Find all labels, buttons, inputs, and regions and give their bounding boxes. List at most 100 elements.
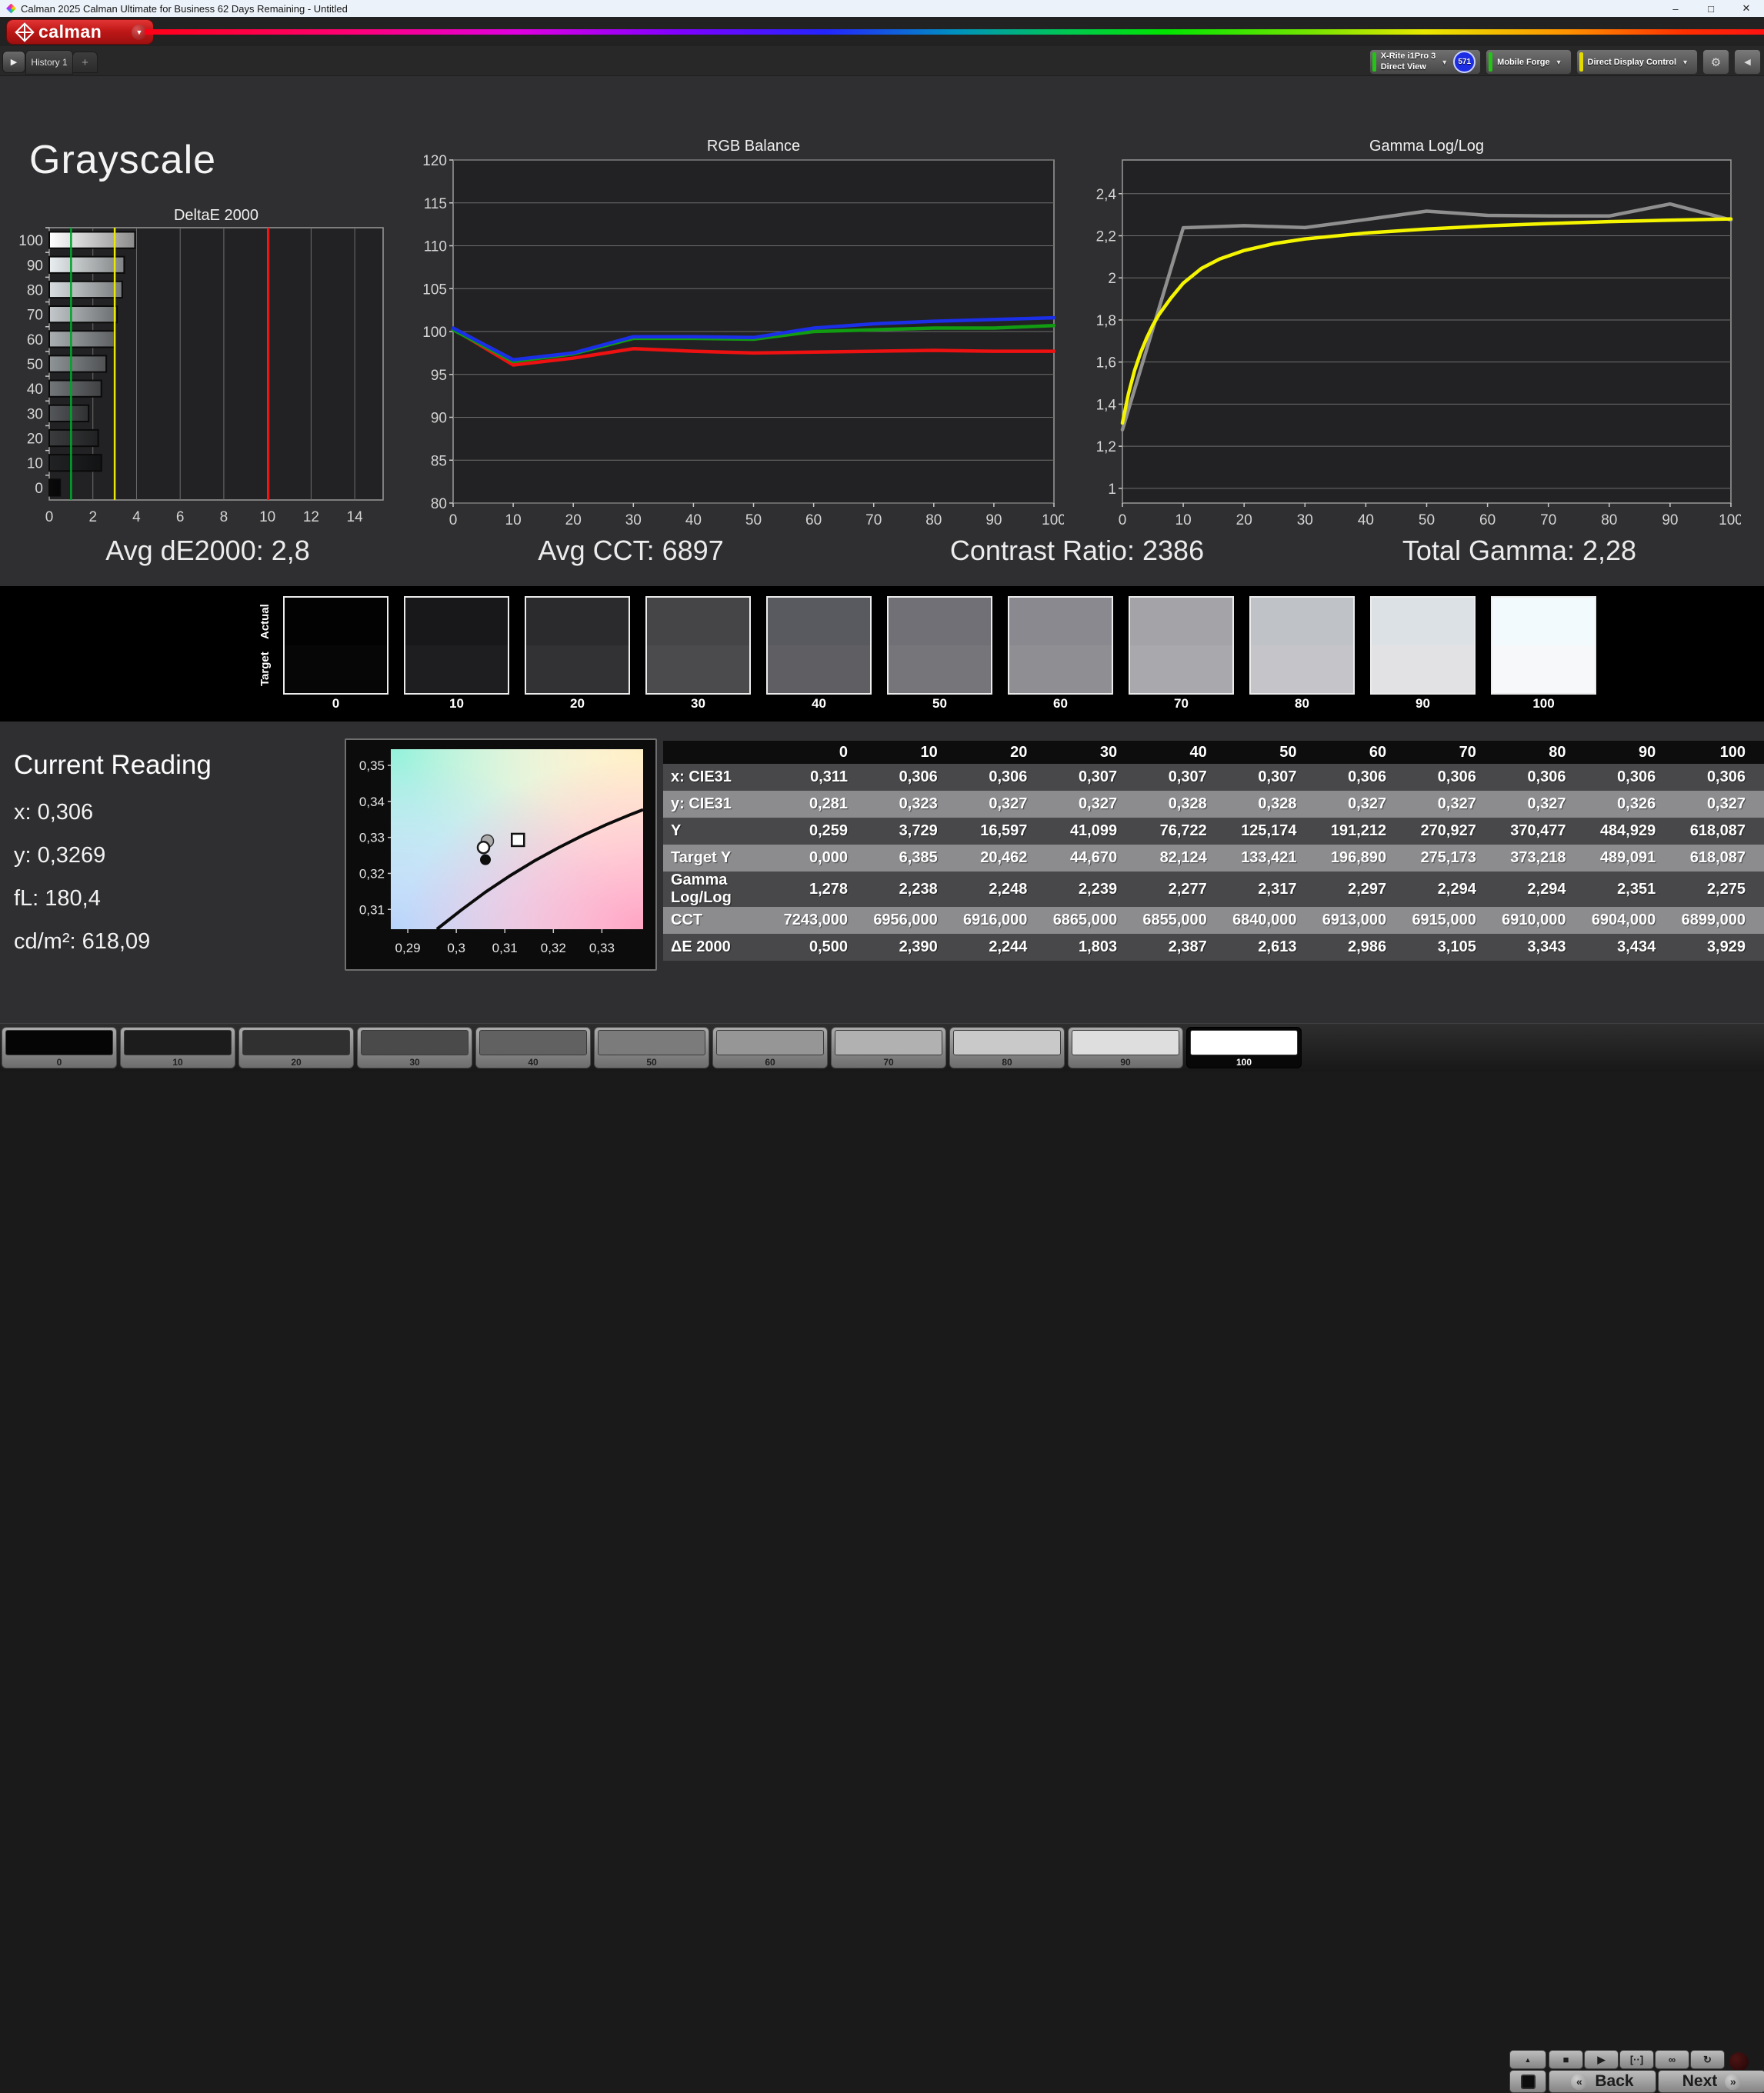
table-cell: 6956,000: [866, 907, 956, 934]
interval-icon: [··]: [1630, 2054, 1643, 2065]
actual-swatch: [768, 598, 870, 645]
table-column-header: 60: [1315, 741, 1405, 764]
meter-label: X-Rite i1Pro 3 Direct View: [1381, 52, 1436, 72]
stop-icon: ■: [1563, 2054, 1569, 2065]
table-cell: 76,722: [1135, 818, 1225, 845]
table-corner-cell: [663, 741, 776, 764]
table-column-header: 10: [866, 741, 956, 764]
target-row-label: Target: [258, 646, 274, 692]
chevron-left-icon: ◀: [1744, 57, 1750, 67]
pattern-button-80[interactable]: 80: [949, 1027, 1065, 1068]
table-cell: 2,351: [1585, 872, 1675, 907]
pattern-button-20[interactable]: 20: [238, 1027, 354, 1068]
add-tab-button[interactable]: +: [72, 52, 98, 73]
table-cell: 6855,000: [1135, 907, 1225, 934]
meter-select-button[interactable]: X-Rite i1Pro 3 Direct View ▼ 571: [1369, 49, 1481, 75]
table-cell: 0,327: [1495, 791, 1585, 818]
play-button[interactable]: ▶: [1584, 2050, 1619, 2069]
chevron-right-icon: »: [1725, 2074, 1741, 2090]
pattern-button-100[interactable]: 100: [1186, 1027, 1302, 1068]
pattern-button-50[interactable]: 50: [594, 1027, 709, 1068]
pattern-level-label: 70: [883, 1057, 893, 1068]
continuous-button[interactable]: ∞: [1655, 2050, 1689, 2069]
meter-reading-badge: 571: [1453, 51, 1476, 73]
maximize-button[interactable]: □: [1693, 0, 1729, 17]
svg-text:1,8: 1,8: [1096, 313, 1116, 329]
actual-swatch: [1130, 598, 1232, 645]
loop-button[interactable]: ↻: [1690, 2050, 1725, 2069]
pattern-swatch: [953, 1030, 1061, 1055]
chevron-down-icon: ▼: [1441, 58, 1448, 66]
swatch-level-label: 100: [1491, 696, 1596, 712]
swatch-level-label: 90: [1370, 696, 1476, 712]
svg-text:85: 85: [431, 453, 447, 469]
next-button[interactable]: Next »: [1658, 2070, 1764, 2093]
pattern-button-90[interactable]: 90: [1068, 1027, 1183, 1068]
svg-text:40: 40: [27, 382, 43, 398]
pattern-button-40[interactable]: 40: [475, 1027, 591, 1068]
pattern-button-60[interactable]: 60: [712, 1027, 828, 1068]
table-cell: 489,091: [1585, 845, 1675, 872]
svg-text:95: 95: [431, 368, 447, 384]
table-cell: 6865,000: [1045, 907, 1135, 934]
svg-text:2: 2: [1108, 271, 1116, 287]
svg-text:2,2: 2,2: [1096, 229, 1116, 245]
table-cell: 2,317: [1225, 872, 1315, 907]
back-button[interactable]: « Back: [1549, 2070, 1656, 2093]
svg-text:50: 50: [745, 512, 762, 528]
pattern-button-30[interactable]: 30: [357, 1027, 472, 1068]
target-swatch: [1130, 645, 1232, 693]
target-swatch: [526, 645, 629, 693]
table-cell: 0,307: [1135, 764, 1225, 791]
pattern-level-label: 50: [646, 1057, 656, 1068]
calman-menu-button[interactable]: calman ▼: [6, 19, 154, 45]
table-cell: 6915,000: [1405, 907, 1495, 934]
stat-avg-cct: Avg CCT: 6897: [538, 535, 723, 567]
display-control-label: Direct Display Control: [1588, 58, 1677, 67]
svg-text:115: 115: [424, 196, 447, 212]
table-cell: 0,327: [1045, 791, 1135, 818]
svg-text:80: 80: [431, 496, 447, 512]
settings-button[interactable]: ⚙: [1702, 49, 1729, 75]
history-expand-button[interactable]: ▶: [2, 51, 25, 73]
svg-text:10: 10: [1175, 512, 1192, 528]
svg-text:0,33: 0,33: [359, 831, 385, 845]
table-cell: 484,929: [1585, 818, 1675, 845]
stop-button[interactable]: ■: [1549, 2050, 1583, 2069]
actual-swatch: [1492, 598, 1595, 645]
target-swatch: [768, 645, 870, 693]
continuous-icon: ∞: [1669, 2054, 1676, 2065]
tab-history-1[interactable]: History 1: [25, 50, 73, 75]
pattern-button-70[interactable]: 70: [831, 1027, 946, 1068]
table-cell: 618,087: [1674, 845, 1764, 872]
svg-text:90: 90: [431, 411, 447, 427]
table-cell: 6916,000: [956, 907, 1046, 934]
display-control-button[interactable]: Direct Display Control ▼: [1576, 49, 1698, 75]
spectrum-strip: [145, 29, 1764, 35]
pattern-window-button[interactable]: [1509, 2070, 1546, 2093]
pattern-button-10[interactable]: 10: [120, 1027, 235, 1068]
table-cell: 2,248: [956, 872, 1046, 907]
svg-text:0: 0: [35, 481, 43, 497]
pattern-level-label: 80: [1002, 1057, 1012, 1068]
interval-button[interactable]: [··]: [1619, 2050, 1654, 2069]
table-cell: 2,613: [1225, 934, 1315, 961]
deltae-2000-chart: DeltaE 200002468101214100908070605040302…: [14, 205, 392, 531]
pattern-swatch: [1190, 1030, 1298, 1055]
svg-text:10: 10: [27, 456, 43, 472]
table-cell: 0,281: [776, 791, 866, 818]
close-button[interactable]: ✕: [1729, 0, 1764, 17]
pattern-level-label: 0: [57, 1057, 62, 1068]
collapse-panel-button[interactable]: ◀: [1734, 49, 1761, 75]
table-column-header: 30: [1045, 741, 1135, 764]
pattern-level-label: 10: [172, 1057, 182, 1068]
pattern-button-0[interactable]: 0: [2, 1027, 117, 1068]
minimize-button[interactable]: –: [1658, 0, 1693, 17]
source-select-button[interactable]: Mobile Forge ▼: [1486, 49, 1571, 75]
table-row: Gamma Log/Log1,2782,2382,2482,2392,2772,…: [663, 872, 1764, 907]
svg-text:0: 0: [1119, 512, 1127, 528]
pattern-swatch: [361, 1030, 469, 1055]
pattern-panel-up-button[interactable]: ▲: [1509, 2050, 1546, 2069]
target-swatch: [1372, 645, 1474, 693]
table-cell: 7243,000: [776, 907, 866, 934]
